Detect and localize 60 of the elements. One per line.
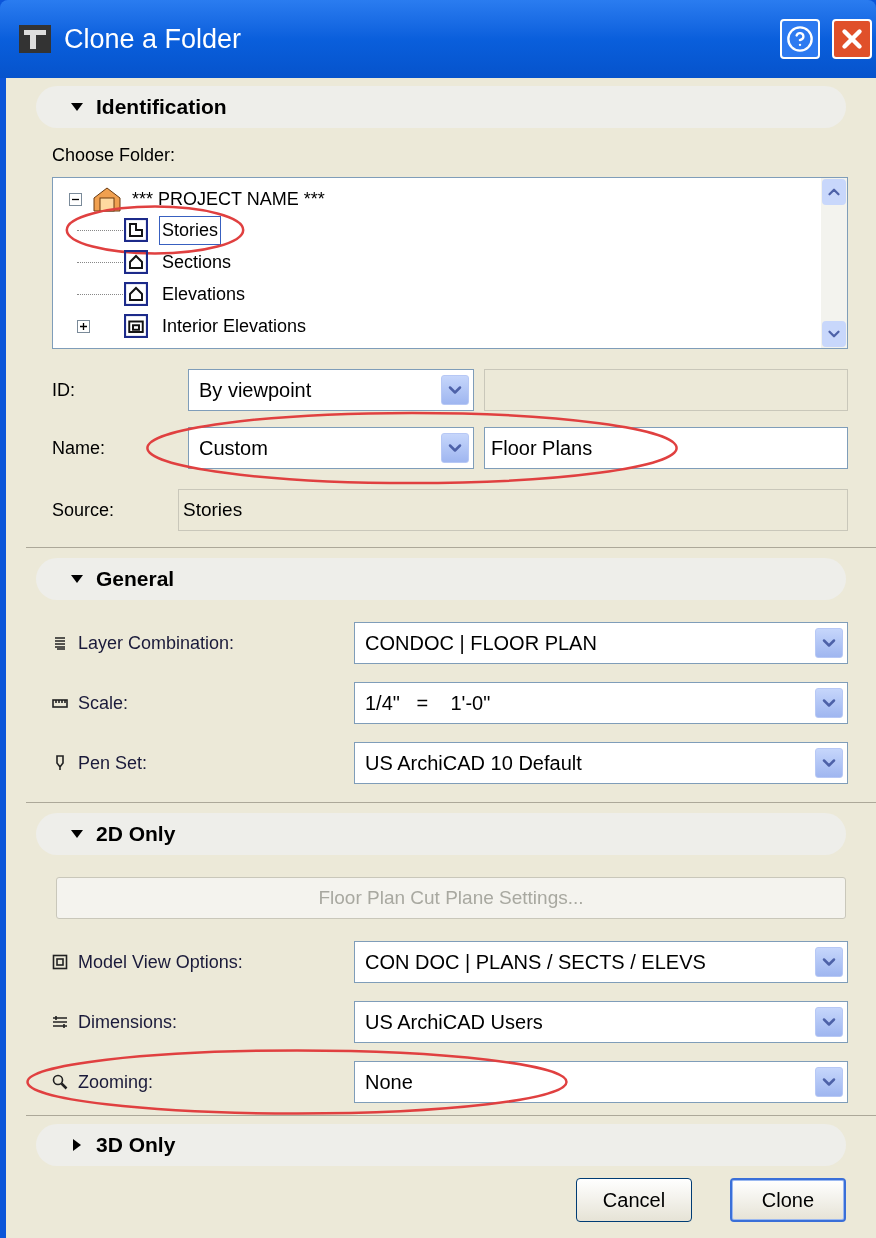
floor-plan-icon: [123, 218, 149, 242]
section-title: 3D Only: [96, 1132, 176, 1159]
dropdown[interactable]: 1/4" = 1'-0": [354, 682, 848, 724]
house-icon: [123, 282, 149, 306]
dropdown-arrow-button[interactable]: [441, 433, 469, 463]
tree-item[interactable]: Interior Elevations: [159, 311, 310, 341]
name-label: Name:: [52, 436, 106, 460]
dropdown-arrow-button[interactable]: [815, 628, 843, 658]
source-label: Source:: [52, 498, 116, 522]
help-button[interactable]: [780, 19, 820, 59]
source-field: Stories: [178, 489, 848, 531]
section-header[interactable]: 3D Only: [36, 1124, 846, 1166]
app-icon: [18, 24, 52, 54]
setting-label: Pen Set:: [78, 751, 148, 775]
dialog-button[interactable]: Clone: [730, 1178, 846, 1222]
window-title: Clone a Folder: [64, 22, 243, 56]
dialog-button[interactable]: Cancel: [576, 1178, 692, 1222]
section-title: Identification: [96, 94, 227, 121]
scrollbar[interactable]: [821, 178, 847, 348]
dropdown-arrow-button[interactable]: [815, 1067, 843, 1097]
section-header[interactable]: 2D Only: [36, 813, 846, 855]
frame-icon: [123, 314, 149, 338]
setting-label: Dimensions:: [78, 1010, 178, 1034]
dropdown[interactable]: CON DOC | PLANS / SECTS / ELEVS: [354, 941, 848, 983]
layers-icon: [52, 635, 68, 651]
choose-folder-label: Choose Folder:: [52, 144, 177, 167]
dropdown-arrow-button[interactable]: [441, 375, 469, 405]
house-icon: [123, 250, 149, 274]
expand-icon[interactable]: [77, 319, 90, 333]
setting-label: Model View Options:: [78, 950, 243, 974]
dropdown-arrow-button[interactable]: [815, 947, 843, 977]
setting-label: Layer Combination:: [78, 631, 235, 655]
collapse-icon[interactable]: [69, 192, 82, 206]
close-button[interactable]: [832, 19, 872, 59]
dropdown-arrow-button[interactable]: [815, 748, 843, 778]
dropdown-arrow-button[interactable]: [815, 688, 843, 718]
dimension-lines-icon: [52, 1014, 68, 1030]
dropdown[interactable]: US ArchiCAD Users: [354, 1001, 848, 1043]
dropdown[interactable]: CONDOC | FLOOR PLAN: [354, 622, 848, 664]
dropdown[interactable]: By viewpoint: [188, 369, 474, 411]
section-title: General: [96, 566, 175, 593]
id-label: ID:: [52, 378, 76, 402]
tree-item[interactable]: *** PROJECT NAME ***: [132, 185, 325, 213]
section-header[interactable]: General: [36, 558, 846, 600]
dropdown[interactable]: US ArchiCAD 10 Default: [354, 742, 848, 784]
setting-label: Zooming:: [78, 1070, 154, 1094]
house-icon: [92, 186, 122, 212]
square-frame-icon: [52, 954, 68, 970]
help-icon: [786, 25, 814, 53]
name-field[interactable]: Floor Plans: [484, 427, 848, 469]
dropdown[interactable]: Custom: [188, 427, 474, 469]
section-title: 2D Only: [96, 821, 176, 848]
tree-item[interactable]: Elevations: [159, 279, 249, 309]
tree-item[interactable]: Sections: [159, 247, 235, 277]
section-header[interactable]: Identification: [36, 86, 846, 128]
setting-label: Scale:: [78, 691, 129, 715]
dropdown[interactable]: None: [354, 1061, 848, 1103]
tree-item[interactable]: Stories: [159, 215, 222, 245]
search-icon: [52, 1074, 68, 1090]
dropdown-arrow-button[interactable]: [815, 1007, 843, 1037]
